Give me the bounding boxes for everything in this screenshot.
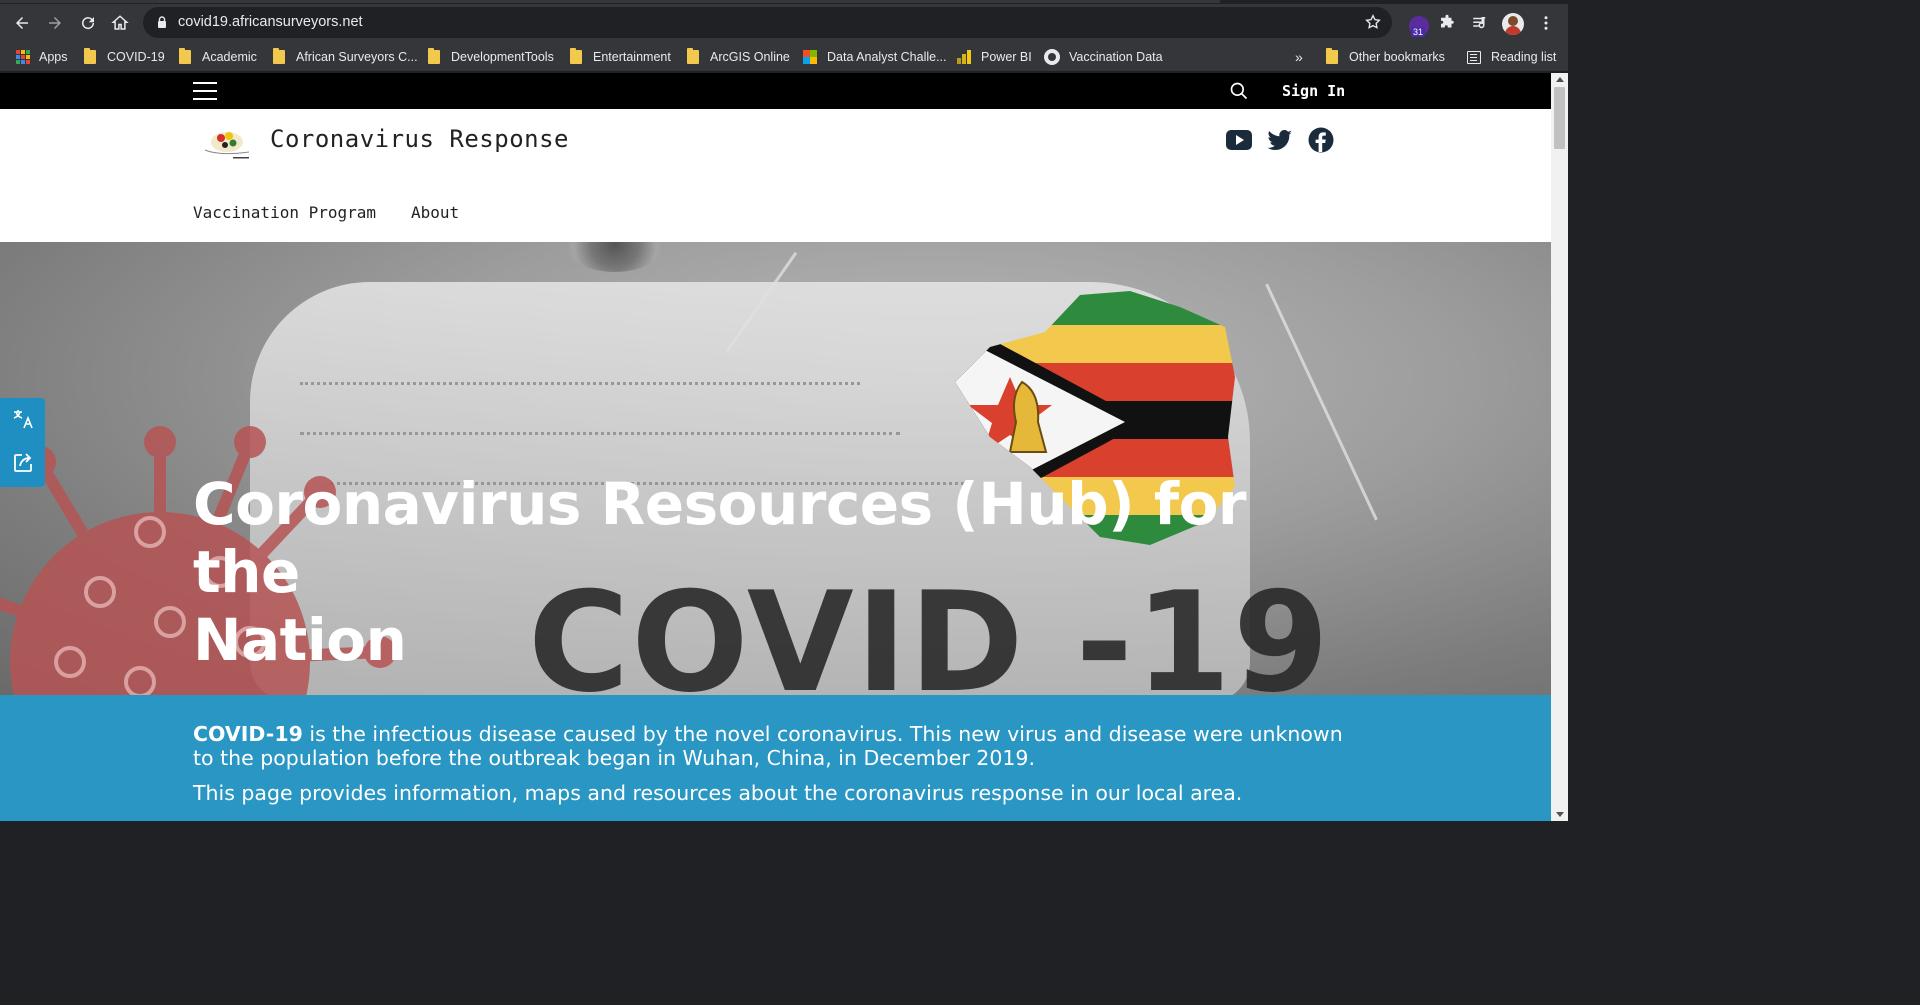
folder-icon: [570, 48, 582, 64]
bookmark-label: Apps: [39, 50, 68, 64]
bookmark-label: Academic: [202, 50, 257, 64]
facebook-icon[interactable]: [1308, 127, 1334, 153]
bookmark-vaccination-data[interactable]: Vaccination Data: [1044, 48, 1163, 66]
mask-stitch: [300, 382, 860, 385]
bookmarks-overflow-button[interactable]: »: [1295, 48, 1303, 66]
bookmark-covid-19[interactable]: COVID-19: [84, 48, 165, 66]
folder-icon: [687, 48, 699, 64]
intro-lead-text: is the infectious disease caused by the …: [193, 722, 1343, 770]
page-scrollbar[interactable]: [1551, 73, 1568, 821]
bookmark-label: Entertainment: [593, 50, 671, 64]
search-icon[interactable]: [1229, 81, 1249, 101]
bookmark-label: Data Analyst Challe...: [827, 50, 947, 64]
bookmark-african-surveyors[interactable]: African Surveyors C...: [273, 48, 418, 66]
page-viewport: Sign In Coronavirus Response Vaccination…: [0, 73, 1551, 821]
youtube-icon[interactable]: [1226, 127, 1252, 153]
overflow-chevron: »: [1295, 49, 1303, 65]
calendar-extension-icon[interactable]: 31: [1409, 16, 1429, 37]
hero-eye-image: [560, 242, 670, 272]
bookmark-other-bookmarks[interactable]: Other bookmarks: [1326, 48, 1445, 66]
bookmarks-bar: Apps COVID-19 Academic African Surveyors…: [0, 41, 1568, 72]
bookmark-entertainment[interactable]: Entertainment: [570, 48, 671, 66]
address-bar[interactable]: covid19.africansurveyors.net: [143, 7, 1392, 38]
puzzle-extensions-icon[interactable]: [1436, 12, 1458, 34]
intro-lead-bold: COVID-19: [193, 722, 303, 746]
bookmark-apps[interactable]: Apps: [16, 48, 68, 66]
bookmark-label: Other bookmarks: [1349, 50, 1445, 64]
reading-list-icon: [1467, 50, 1481, 64]
profile-avatar[interactable]: [1502, 13, 1524, 35]
home-icon[interactable]: [105, 8, 135, 38]
site-topbar: Sign In: [0, 73, 1551, 109]
site-logo[interactable]: [199, 122, 255, 162]
bookmark-label: Vaccination Data: [1069, 50, 1163, 64]
intro-paragraph: COVID-19 is the infectious disease cause…: [193, 722, 1363, 770]
url-text: covid19.africansurveyors.net: [178, 14, 363, 30]
bookmark-data-analyst[interactable]: Data Analyst Challe...: [803, 48, 947, 66]
folder-icon: [1326, 48, 1338, 64]
scroll-up-arrow-icon[interactable]: [1556, 77, 1564, 82]
site-header: Coronavirus Response: [0, 109, 1551, 242]
reload-icon[interactable]: [73, 8, 103, 38]
folder-icon: [179, 48, 191, 64]
sign-in-link[interactable]: Sign In: [1282, 82, 1345, 100]
bookmark-label: African Surveyors C...: [296, 50, 418, 64]
bookmark-label: DevelopmentTools: [451, 50, 554, 64]
folder-icon: [428, 48, 440, 64]
intro-band: COVID-19 is the infectious disease cause…: [0, 695, 1551, 821]
back-icon[interactable]: [7, 8, 37, 38]
intro-second-paragraph: This page provides information, maps and…: [193, 781, 1243, 805]
floating-side-toolbar: [0, 398, 45, 487]
folder-icon: [84, 48, 96, 64]
forward-icon[interactable]: [40, 8, 70, 38]
bookmark-development-tools[interactable]: DevelopmentTools: [428, 48, 554, 66]
nav-about[interactable]: About: [411, 203, 459, 222]
extension-badge: 31: [1411, 27, 1426, 37]
github-icon: [1044, 49, 1060, 65]
scrollbar-thumb[interactable]: [1554, 87, 1565, 149]
bookmark-label: ArcGIS Online: [710, 50, 790, 64]
hero-title: Coronavirus Resources (Hub) for the Nati…: [193, 470, 1293, 674]
reading-list-label: Reading list: [1491, 50, 1557, 64]
microsoft-icon: [803, 50, 817, 64]
translate-icon[interactable]: [11, 407, 35, 431]
site-title[interactable]: Coronavirus Response: [270, 125, 569, 153]
bookmark-arcgis-online[interactable]: ArcGIS Online: [687, 48, 790, 66]
hero-title-line1: Coronavirus Resources (Hub) for the: [193, 470, 1247, 606]
hamburger-menu-icon[interactable]: [193, 81, 217, 101]
bookmark-power-bi[interactable]: Power BI: [957, 48, 1032, 66]
bookmark-label: Power BI: [981, 50, 1032, 64]
bookmark-star-icon[interactable]: [1364, 13, 1382, 31]
browser-toolbar: covid19.africansurveyors.net 31: [0, 4, 1568, 41]
powerbi-icon: [957, 50, 971, 64]
share-icon[interactable]: [11, 451, 35, 475]
scroll-down-arrow-icon[interactable]: [1556, 812, 1564, 817]
reading-list-button[interactable]: Reading list: [1467, 48, 1556, 66]
hero-banner: COVID -19 Coronavirus Resources (Hub) fo…: [0, 242, 1551, 695]
bookmark-academic[interactable]: Academic: [179, 48, 257, 66]
hero-title-line2: Nation: [193, 606, 407, 674]
media-controls-icon[interactable]: [1469, 12, 1491, 34]
apps-grid-icon: [16, 50, 30, 64]
chrome-menu-icon[interactable]: [1535, 12, 1557, 34]
lock-icon: [158, 16, 166, 28]
folder-icon: [273, 48, 285, 64]
nav-vaccination-program[interactable]: Vaccination Program: [193, 203, 376, 222]
bookmark-label: COVID-19: [107, 50, 165, 64]
twitter-icon[interactable]: [1267, 127, 1293, 153]
